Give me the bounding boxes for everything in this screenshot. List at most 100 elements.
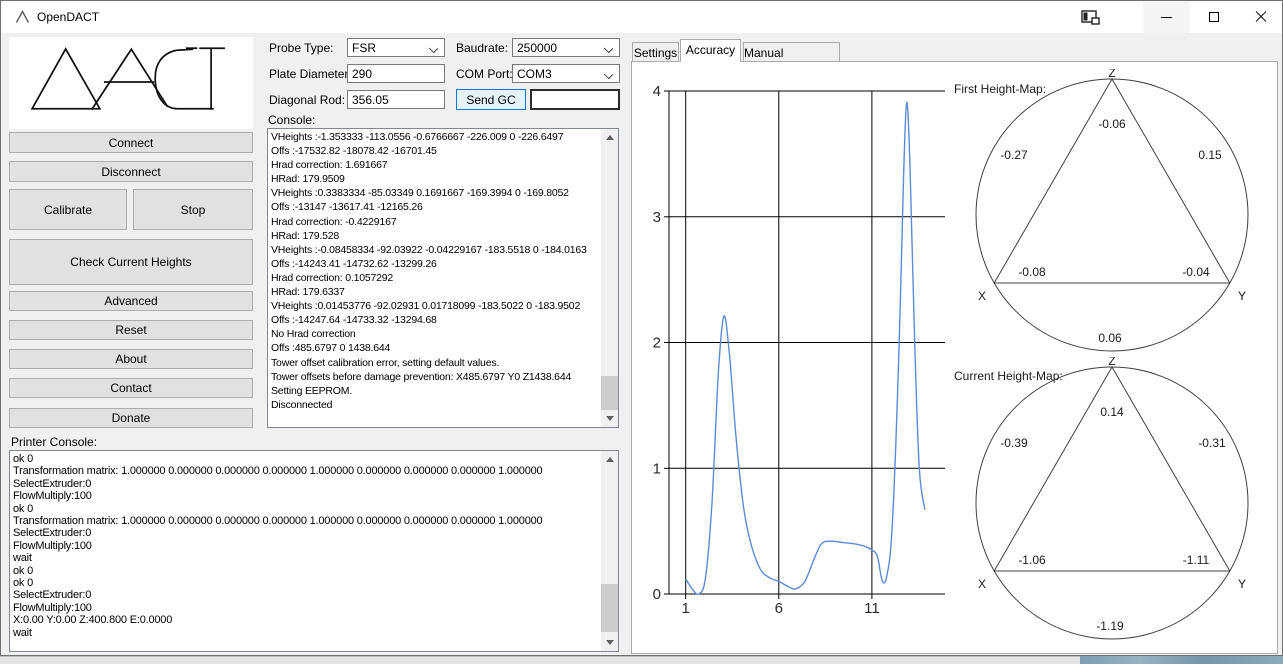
height-value-right: -0.04 [1182, 265, 1210, 279]
svg-text:3: 3 [653, 209, 661, 226]
plate-diameter-value: 290 [352, 67, 372, 81]
svg-text:0: 0 [653, 586, 661, 603]
donate-button[interactable]: Donate [9, 408, 253, 428]
reset-label: Reset [115, 323, 146, 337]
about-button[interactable]: About [9, 349, 253, 369]
current-height-map-title: Current Height-Map: [954, 369, 1063, 383]
advanced-label: Advanced [104, 294, 157, 308]
tower-x-label: X [978, 289, 986, 303]
reset-button[interactable]: Reset [9, 320, 253, 340]
chevron-down-icon [604, 70, 613, 79]
arrow-down-icon [606, 416, 614, 421]
accuracy-chart: 012341611 [638, 66, 958, 622]
gcode-input[interactable] [530, 89, 620, 110]
scrollbar-thumb[interactable] [601, 584, 618, 632]
tower-x-label: X [978, 577, 986, 591]
opendact-window: OpenDACT Connect Disconnect Calibrate St… [0, 0, 1283, 656]
printer-console-output[interactable]: ok 0 Transformation matrix: 1.000000 0.0… [9, 450, 619, 652]
minimize-icon [1161, 17, 1172, 18]
console-output[interactable]: VHeights :-1.353333 -113.0556 -0.6766667… [267, 128, 619, 428]
com-port-value: COM3 [517, 67, 552, 81]
arrow-down-icon [606, 640, 614, 645]
advanced-button[interactable]: Advanced [9, 291, 253, 311]
probe-type-select[interactable]: FSR [347, 38, 445, 57]
scroll-up-button[interactable] [601, 451, 618, 468]
scroll-down-button[interactable] [601, 634, 618, 651]
tower-z-label: Z [1108, 69, 1115, 80]
check-heights-label: Check Current Heights [70, 255, 191, 269]
stop-button[interactable]: Stop [133, 189, 253, 230]
send-gc-label: Send GC [466, 93, 515, 107]
window-title: OpenDACT [37, 10, 99, 24]
first-height-map-title: First Height-Map: [954, 82, 1046, 96]
chevron-down-icon [604, 44, 613, 53]
contact-label: Contact [110, 381, 151, 395]
calibrate-button[interactable]: Calibrate [9, 189, 127, 230]
scrollbar-thumb[interactable] [601, 376, 618, 410]
height-value-bottom: 0.06 [1098, 331, 1122, 345]
close-button[interactable] [1237, 1, 1283, 33]
dact-logo-box [9, 37, 253, 129]
probe-type-label: Probe Type: [269, 41, 334, 55]
background-window-strip [0, 656, 1080, 664]
connect-button[interactable]: Connect [9, 132, 253, 153]
title-bar: OpenDACT [1, 1, 1282, 33]
console-label: Console: [268, 113, 315, 127]
arrow-up-icon [606, 457, 614, 462]
height-value-upper-right: -0.31 [1198, 436, 1226, 450]
connect-label: Connect [109, 136, 154, 150]
tower-y-label: Y [1238, 577, 1246, 591]
tab-settings-label: Settings [634, 46, 677, 60]
tab-settings[interactable]: Settings [632, 42, 679, 61]
disconnect-label: Disconnect [101, 165, 160, 179]
printer-console-text: ok 0 Transformation matrix: 1.000000 0.0… [13, 453, 599, 639]
console-text: VHeights :-1.353333 -113.0556 -0.6766667… [271, 130, 601, 412]
desktop-wallpaper-strip [1080, 656, 1283, 664]
height-value-top: 0.14 [1100, 405, 1124, 419]
contact-button[interactable]: Contact [9, 378, 253, 398]
calibrate-label: Calibrate [44, 203, 92, 217]
svg-text:1: 1 [653, 460, 661, 477]
com-port-select[interactable]: COM3 [512, 64, 620, 83]
printer-console-scrollbar[interactable] [601, 451, 618, 651]
height-value-upper-left: -0.27 [1000, 148, 1028, 162]
height-value-bottom: -1.19 [1096, 619, 1124, 633]
tower-y-label: Y [1238, 289, 1246, 303]
plate-diameter-label: Plate Diameter: [269, 67, 352, 81]
scroll-down-button[interactable] [601, 410, 618, 427]
send-gc-button[interactable]: Send GC [456, 89, 526, 110]
donate-label: Donate [112, 411, 151, 425]
tab-accuracy[interactable]: Accuracy [680, 39, 741, 62]
diagonal-rod-value: 356.05 [352, 93, 389, 107]
height-value-right: -1.11 [1183, 553, 1210, 567]
tower-z-label: Z [1108, 357, 1115, 368]
plate-diameter-field[interactable]: 290 [347, 64, 445, 83]
check-current-heights-button[interactable]: Check Current Heights [9, 239, 253, 285]
minimize-button[interactable] [1143, 1, 1190, 33]
accuracy-tab-page: 012341611 First Height-Map: Z X Y -0.06 … [631, 61, 1278, 654]
maximize-button[interactable] [1190, 1, 1237, 33]
height-value-upper-left: -0.39 [1000, 436, 1028, 450]
disconnect-button[interactable]: Disconnect [9, 161, 253, 182]
height-value-left: -0.08 [1018, 265, 1046, 279]
printer-console-label: Printer Console: [11, 435, 97, 449]
first-height-map: First Height-Map: Z X Y -0.06 -0.27 0.15… [952, 69, 1283, 359]
svg-text:11: 11 [864, 600, 880, 617]
scroll-up-button[interactable] [601, 129, 618, 146]
height-value-top: -0.06 [1098, 117, 1126, 131]
tab-accuracy-label: Accuracy [686, 43, 735, 57]
baudrate-value: 250000 [517, 41, 557, 55]
chevron-down-icon [429, 44, 438, 53]
tab-manual-calibration[interactable]: Manual Calibration [743, 42, 840, 61]
height-value-left: -1.06 [1018, 553, 1046, 567]
svg-text:4: 4 [653, 83, 661, 100]
svg-text:1: 1 [682, 600, 690, 617]
maximize-icon [1209, 12, 1219, 22]
diagonal-rod-field[interactable]: 356.05 [347, 90, 445, 109]
height-value-upper-right: 0.15 [1198, 148, 1222, 162]
probe-type-value: FSR [352, 41, 376, 55]
baudrate-select[interactable]: 250000 [512, 38, 620, 57]
svg-text:6: 6 [775, 600, 783, 617]
console-scrollbar[interactable] [601, 129, 618, 427]
display-icon[interactable] [1081, 10, 1100, 25]
